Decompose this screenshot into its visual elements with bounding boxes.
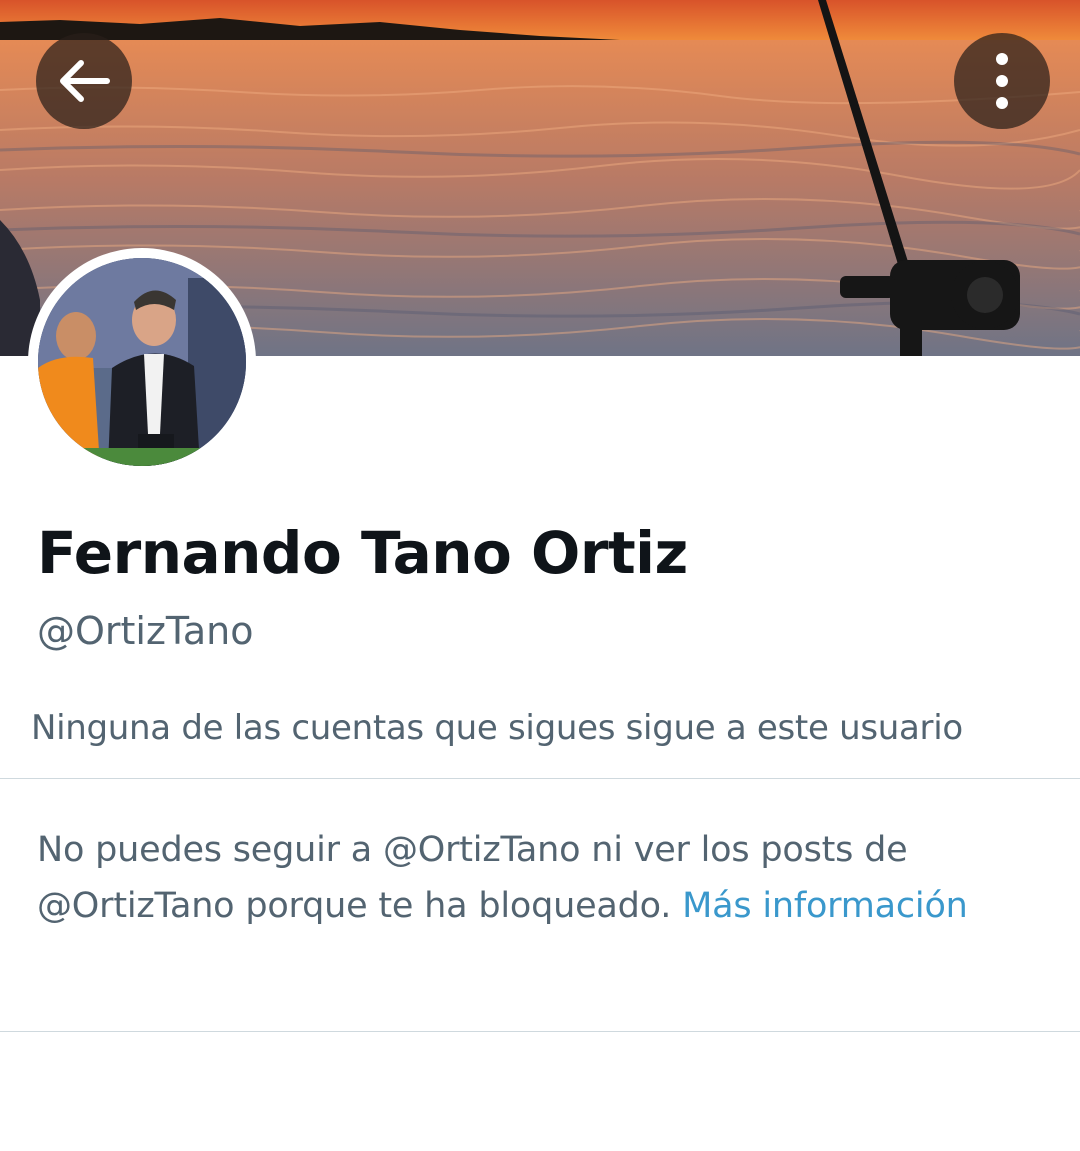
user-handle: @OrtizTano: [37, 609, 254, 653]
divider: [0, 1031, 1080, 1032]
avatar[interactable]: [28, 248, 256, 476]
profile-page: Fernando Tano Ortiz @OrtizTano Ninguna d…: [0, 0, 1080, 1151]
learn-more-link[interactable]: Más información: [682, 886, 968, 926]
back-button[interactable]: [36, 33, 132, 129]
divider: [0, 778, 1080, 779]
more-vertical-icon: [996, 53, 1008, 109]
followers-you-know-note[interactable]: Ninguna de las cuentas que sigues sigue …: [31, 705, 963, 751]
arrow-left-icon: [60, 60, 110, 102]
display-name: Fernando Tano Ortiz: [37, 519, 688, 587]
avatar-image: [38, 258, 246, 466]
blocked-notice: No puedes seguir a @OrtizTano ni ver los…: [37, 822, 1037, 934]
more-options-button[interactable]: [954, 33, 1050, 129]
